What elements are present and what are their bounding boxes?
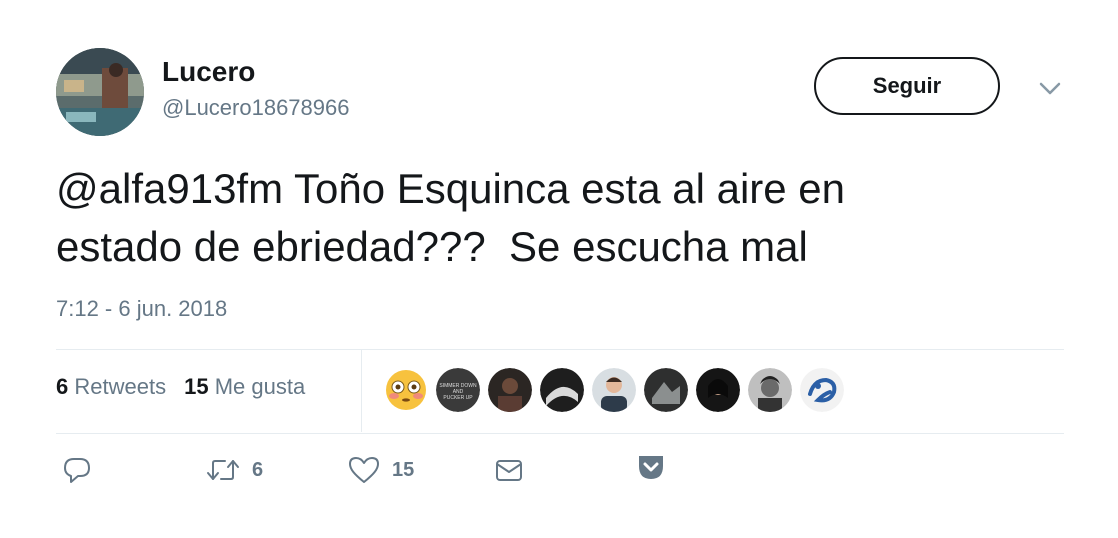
user-handle[interactable]: @Lucero18678966 <box>162 95 349 121</box>
likes-label: Me gusta <box>214 374 306 399</box>
divider-bottom <box>56 433 1064 434</box>
liker-avatar-6[interactable] <box>644 368 688 412</box>
flushed-emoji-avatar <box>386 370 426 410</box>
liker-avatar-8[interactable] <box>748 368 792 412</box>
retweets-label: Retweets <box>74 374 167 399</box>
user-avatar-photo <box>56 48 144 136</box>
liker-avatar-9[interactable] <box>800 368 844 412</box>
svg-text:PUCKER UP: PUCKER UP <box>443 395 473 401</box>
chevron-down-icon[interactable] <box>1036 78 1064 98</box>
reply-button[interactable] <box>62 455 92 485</box>
liker-avatar-1[interactable] <box>384 368 428 412</box>
likers-list: SIMMER DOWN AND PUCKER UP <box>384 368 844 412</box>
liker-avatar-5-image <box>592 368 636 412</box>
liker-avatar-7-image <box>696 368 740 412</box>
retweet-button[interactable]: 6 <box>206 455 263 485</box>
likes-stat[interactable]: 15 Me gusta <box>184 374 305 400</box>
stats-separator <box>361 350 362 432</box>
liker-avatar-4[interactable] <box>540 368 584 412</box>
liker-avatar-2-image: SIMMER DOWN AND PUCKER UP <box>436 368 480 412</box>
pocket-icon <box>639 456 663 479</box>
retweets-stat[interactable]: 6 Retweets <box>56 374 166 400</box>
liker-avatar-3[interactable] <box>488 368 532 412</box>
like-count: 15 <box>392 458 415 481</box>
envelope-icon <box>496 460 522 481</box>
retweet-count: 6 <box>252 458 264 481</box>
liker-avatar-3-image <box>488 368 532 412</box>
user-display-name[interactable]: Lucero <box>162 56 255 88</box>
direct-message-button[interactable] <box>494 455 524 485</box>
liker-avatar-8-image <box>748 368 792 412</box>
follow-button[interactable]: Seguir <box>814 57 1000 115</box>
reply-icon <box>64 458 90 483</box>
liker-avatar-6-image <box>644 368 688 412</box>
like-button[interactable]: 15 <box>348 455 414 485</box>
tweet-timestamp[interactable]: 7:12 - 6 jun. 2018 <box>56 296 227 322</box>
likes-count: 15 <box>184 374 209 399</box>
user-avatar[interactable] <box>56 48 144 136</box>
liker-avatar-7[interactable] <box>696 368 740 412</box>
liker-avatar-5[interactable] <box>592 368 636 412</box>
retweet-icon <box>207 460 239 480</box>
liker-avatar-4-image <box>540 368 584 412</box>
retweets-count: 6 <box>56 374 69 399</box>
pocket-button[interactable] <box>636 452 666 482</box>
liker-avatar-9-image <box>800 368 844 412</box>
divider-top <box>56 349 1064 350</box>
tweet-text: @alfa913fm Toño Esquinca esta al aire en… <box>56 165 846 270</box>
tweet-stats: 6 Retweets 15 Me gusta <box>56 374 305 400</box>
liker-avatar-2[interactable]: SIMMER DOWN AND PUCKER UP <box>436 368 480 412</box>
heart-icon <box>349 457 379 483</box>
